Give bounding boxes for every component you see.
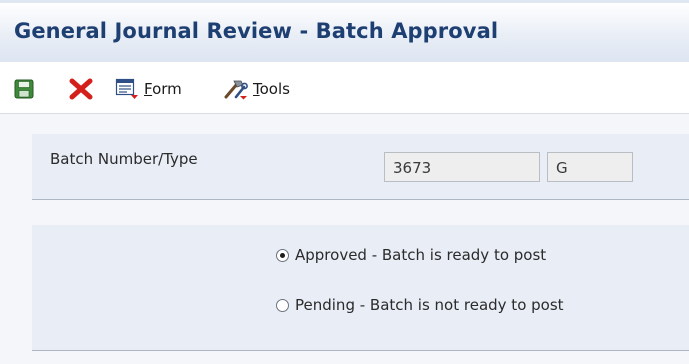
form-icon <box>115 78 139 100</box>
tools-menu-label: Tools <box>253 80 290 98</box>
form-label-text: orm <box>152 80 182 98</box>
form-label-accesskey: F <box>144 80 153 98</box>
toolbar: Form Tools <box>0 62 689 114</box>
tools-menu[interactable]: Tools <box>222 78 290 100</box>
radio-approved[interactable]: Approved - Batch is ready to post <box>276 246 546 264</box>
approval-panel: Approved - Batch is ready to post Pendin… <box>32 225 689 351</box>
radio-selected-dot <box>280 252 285 258</box>
form-content: Batch Number/Type 3673 G Approved - Batc… <box>0 114 689 364</box>
form-menu[interactable]: Form <box>115 78 182 100</box>
close-icon <box>69 78 93 100</box>
batch-number-field[interactable]: 3673 <box>384 152 540 182</box>
page-title: General Journal Review - Batch Approval <box>14 19 499 43</box>
batch-panel: Batch Number/Type 3673 G <box>32 134 689 200</box>
save-icon <box>14 79 34 99</box>
radio-pending[interactable]: Pending - Batch is not ready to post <box>276 296 564 314</box>
save-button[interactable] <box>14 78 34 100</box>
tools-label-text: ools <box>259 80 290 98</box>
radio-approved-button[interactable] <box>276 248 289 262</box>
form-menu-label: Form <box>144 80 182 98</box>
radio-approved-label: Approved - Batch is ready to post <box>295 246 547 264</box>
tools-label-accesskey: T <box>253 80 260 98</box>
radio-pending-label: Pending - Batch is not ready to post <box>295 296 564 314</box>
batch-number-label: Batch Number/Type <box>50 150 198 168</box>
tools-icon <box>222 78 248 100</box>
radio-pending-button[interactable] <box>276 298 289 312</box>
title-bar: General Journal Review - Batch Approval <box>0 0 689 62</box>
cancel-button[interactable] <box>69 78 93 100</box>
batch-type-field[interactable]: G <box>547 152 633 182</box>
